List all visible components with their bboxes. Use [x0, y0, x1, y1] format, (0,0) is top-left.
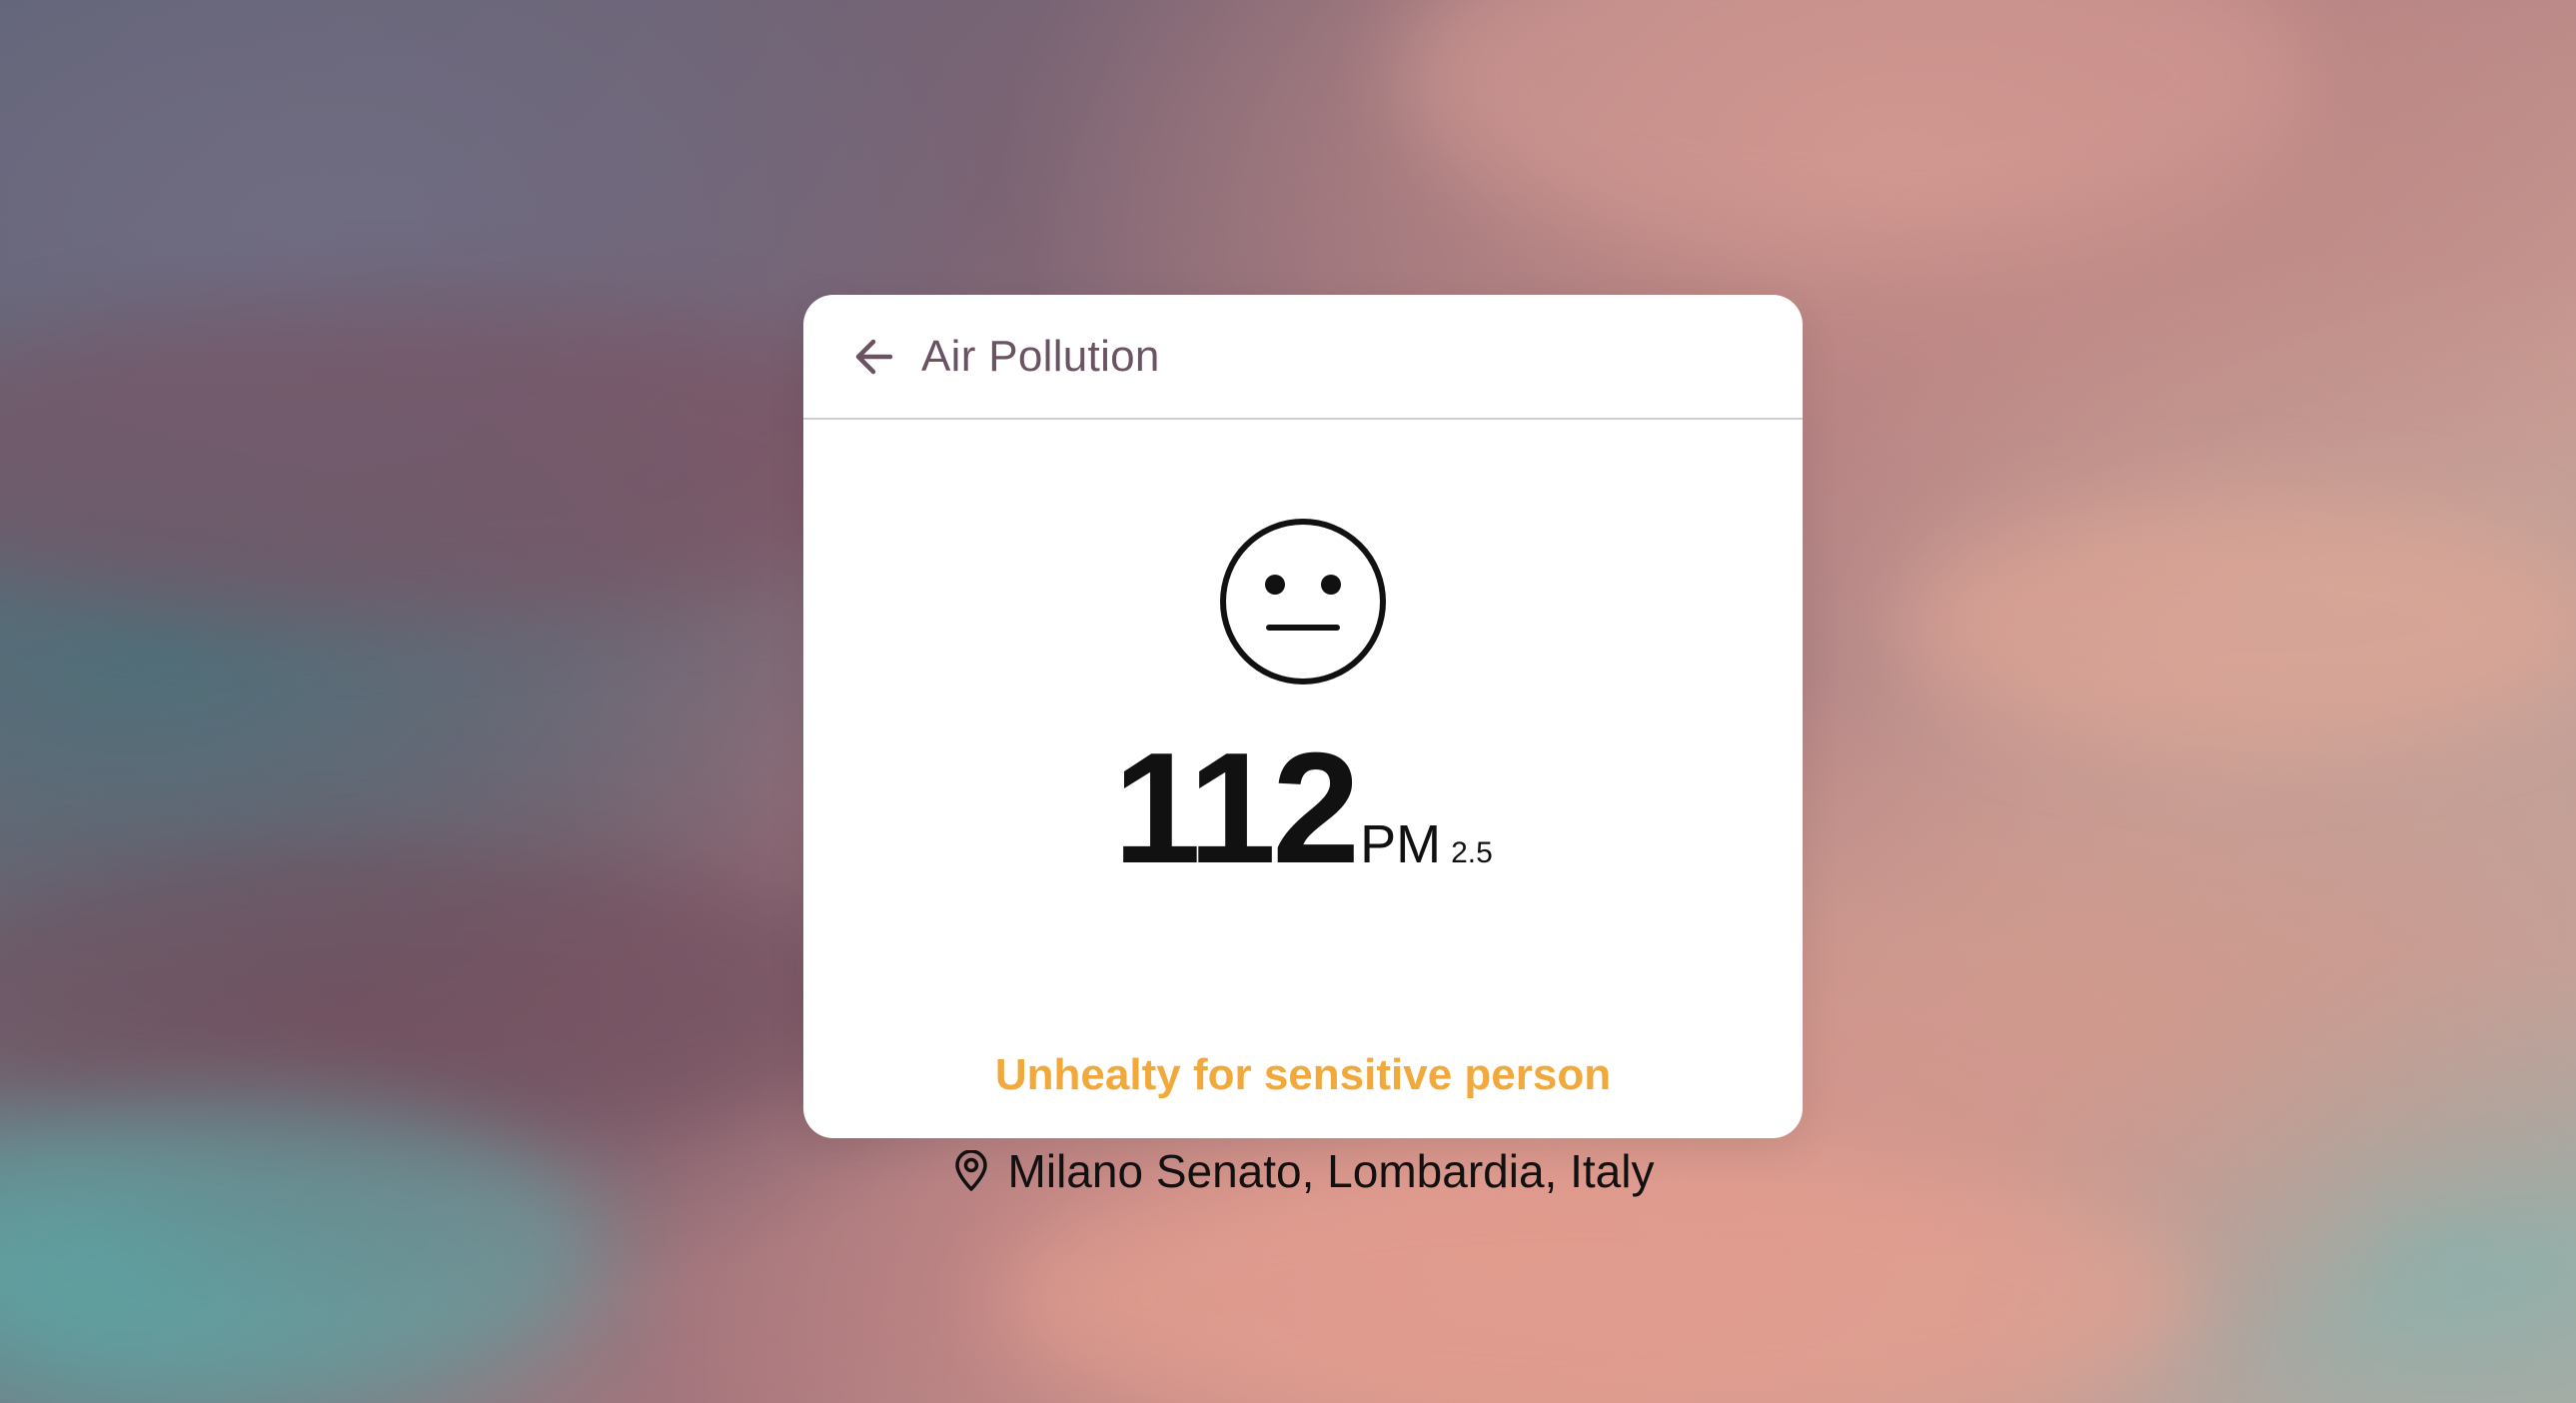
page-title: Air Pollution	[921, 331, 1160, 381]
location-row: Milano Senato, Lombardia, Italy	[803, 1144, 1803, 1198]
location-text: Milano Senato, Lombardia, Italy	[1007, 1145, 1655, 1197]
pm-unit-subscript: 2.5	[1451, 836, 1493, 869]
air-pollution-card: Air Pollution 112PM 2.5 Unhealty for sens…	[803, 295, 1803, 1197]
card-body: 112PM 2.5 Unhealty for sensitive person M…	[803, 420, 1803, 1197]
status-label: Unhealty for sensitive person	[994, 1050, 1612, 1099]
card-header: Air Pollution	[803, 295, 1803, 420]
cloud-shape	[1399, 0, 2298, 250]
aqi-value: 112	[1113, 720, 1360, 896]
cloud-shape	[1899, 500, 2576, 749]
cloud-shape	[0, 849, 899, 1149]
location-pin-icon	[954, 1150, 987, 1191]
arrow-left-icon	[855, 339, 893, 374]
back-button[interactable]	[847, 331, 899, 383]
pollution-reading: 112PM 2.5	[803, 729, 1803, 887]
neutral-face-icon	[1220, 519, 1386, 685]
pm-unit: PM	[1360, 814, 1442, 874]
